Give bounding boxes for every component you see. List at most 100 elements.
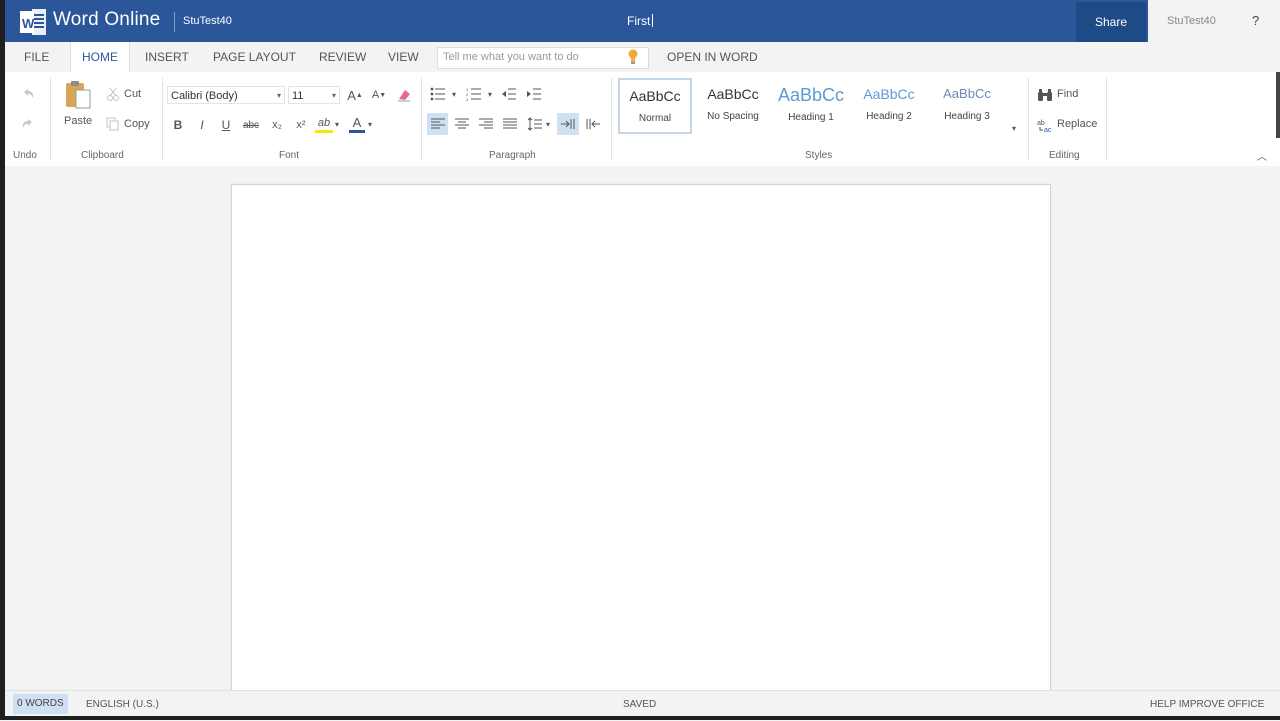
save-status: SAVED	[623, 699, 657, 710]
document-title-input[interactable]: First	[627, 14, 653, 28]
cut-icon[interactable]	[106, 87, 120, 101]
clear-formatting-icon[interactable]	[395, 86, 413, 104]
style-name: No Spacing	[707, 111, 759, 122]
binoculars-icon[interactable]	[1037, 87, 1053, 103]
undo-group-label: Undo	[13, 150, 37, 161]
word-count[interactable]: 0 WORDS	[13, 694, 68, 714]
align-left-icon[interactable]	[430, 117, 446, 131]
svg-text:3: 3	[466, 97, 469, 101]
share-button[interactable]: Share	[1076, 2, 1146, 42]
underline-button[interactable]: U	[219, 117, 233, 133]
chevron-down-icon[interactable]: ▾	[486, 88, 494, 100]
font-group-label: Font	[279, 150, 300, 161]
shrink-font-icon[interactable]: A ▼	[371, 86, 387, 104]
chevron-down-icon: ▾	[276, 91, 281, 100]
ribbon-separator	[162, 78, 163, 160]
open-in-word-button[interactable]: OPEN IN WORD	[667, 50, 758, 64]
chevron-down-icon[interactable]: ▾	[544, 118, 552, 130]
align-right-icon[interactable]	[478, 117, 494, 131]
tab-insert[interactable]: INSERT	[145, 50, 189, 64]
justify-icon[interactable]	[502, 117, 518, 131]
word-logo-icon[interactable]: W	[20, 9, 46, 35]
help-improve-office-link[interactable]: HELP IMPROVE OFFICE	[1150, 699, 1264, 710]
style-normal[interactable]: AaBbCc Normal	[618, 78, 692, 134]
style-heading-2[interactable]: AaBbCc Heading 2	[852, 78, 926, 134]
collapse-ribbon-icon[interactable]: ︿	[1257, 148, 1267, 163]
decrease-indent-icon[interactable]	[500, 86, 518, 102]
redo-icon[interactable]	[20, 116, 36, 132]
svg-text:ab: ab	[1037, 120, 1045, 127]
grow-font-icon[interactable]: A ▲	[347, 86, 363, 104]
subscript-button[interactable]: x₂	[268, 117, 286, 133]
chevron-down-icon[interactable]: ▾	[333, 118, 341, 130]
style-name: Normal	[638, 113, 672, 124]
styles-more-chevron-icon[interactable]: ▾	[1009, 122, 1019, 134]
italic-button[interactable]: I	[195, 117, 209, 133]
style-heading-1[interactable]: AaBbCc Heading 1	[774, 78, 848, 134]
user-name[interactable]: StuTest40	[1167, 15, 1216, 27]
increase-indent-icon[interactable]	[525, 86, 543, 102]
left-to-right-icon[interactable]	[560, 117, 576, 131]
highlight-color-button[interactable]: ab	[315, 115, 333, 133]
replace-label[interactable]: Replace	[1057, 118, 1097, 130]
lightbulb-icon	[628, 49, 638, 65]
font-color-button[interactable]: A	[349, 115, 365, 133]
bold-button[interactable]: B	[171, 117, 185, 133]
copy-label[interactable]: Copy	[124, 118, 150, 130]
style-no-spacing[interactable]: AaBbCc No Spacing	[696, 78, 770, 134]
style-sample: AaBbCc	[943, 86, 991, 101]
window-edge	[1276, 72, 1280, 138]
font-size-dropdown[interactable]: 11 ▾	[288, 86, 340, 104]
align-center-icon[interactable]	[454, 117, 470, 131]
style-sample: AaBbCc	[629, 88, 681, 104]
document-page[interactable]	[231, 184, 1051, 706]
styles-group-label: Styles	[805, 150, 833, 161]
right-to-left-icon[interactable]	[585, 117, 601, 131]
paste-icon[interactable]	[63, 79, 95, 111]
tab-review[interactable]: REVIEW	[319, 50, 366, 64]
find-label[interactable]: Find	[1057, 88, 1078, 100]
tell-me-placeholder[interactable]: Tell me what you want to do	[443, 51, 579, 63]
superscript-button[interactable]: x²	[292, 117, 310, 133]
style-sample: AaBbCc	[777, 85, 845, 105]
title-separator	[174, 12, 175, 32]
svg-text:W: W	[22, 16, 35, 31]
copy-icon[interactable]	[106, 117, 120, 131]
style-name: Heading 1	[788, 112, 834, 123]
window-left-edge	[0, 0, 5, 720]
style-heading-3[interactable]: AaBbCc Heading 3	[930, 78, 1004, 134]
line-spacing-icon[interactable]	[526, 116, 544, 132]
tab-home[interactable]: HOME	[70, 42, 130, 72]
font-family-value: Calibri (Body)	[171, 90, 238, 102]
bullets-icon[interactable]	[429, 86, 447, 102]
chevron-down-icon: ▾	[331, 91, 336, 100]
ribbon-separator	[50, 78, 51, 160]
tab-file[interactable]: FILE	[24, 50, 49, 64]
ribbon-separator	[1106, 78, 1107, 160]
document-owner-link[interactable]: StuTest40	[183, 15, 232, 27]
clipboard-group-label: Clipboard	[81, 150, 124, 161]
chevron-down-icon[interactable]: ▾	[450, 88, 458, 100]
numbering-icon[interactable]: 123	[465, 86, 483, 102]
undo-icon[interactable]	[20, 86, 36, 102]
font-size-value: 11	[292, 90, 304, 102]
app-name[interactable]: Word Online	[53, 9, 160, 31]
ribbon-separator	[611, 78, 612, 160]
editing-group-label: Editing	[1049, 150, 1080, 161]
font-family-dropdown[interactable]: Calibri (Body) ▾	[167, 86, 285, 104]
strikethrough-button[interactable]: abc	[241, 117, 261, 133]
window-bottom-edge	[0, 716, 1280, 720]
svg-text:ac: ac	[1044, 127, 1052, 132]
chevron-down-icon[interactable]: ▾	[366, 118, 374, 130]
language-indicator[interactable]: ENGLISH (U.S.)	[86, 699, 159, 710]
tab-page-layout[interactable]: PAGE LAYOUT	[213, 50, 296, 64]
help-icon[interactable]: ?	[1252, 13, 1259, 28]
ribbon-separator	[1028, 78, 1029, 160]
style-name: Heading 3	[944, 111, 990, 122]
tab-view[interactable]: VIEW	[388, 50, 419, 64]
paste-label[interactable]: Paste	[64, 115, 92, 127]
paragraph-group-label: Paragraph	[489, 150, 536, 161]
cut-label[interactable]: Cut	[124, 88, 141, 100]
replace-icon[interactable]: ab ac	[1037, 117, 1053, 133]
style-sample: AaBbCc	[707, 86, 759, 102]
